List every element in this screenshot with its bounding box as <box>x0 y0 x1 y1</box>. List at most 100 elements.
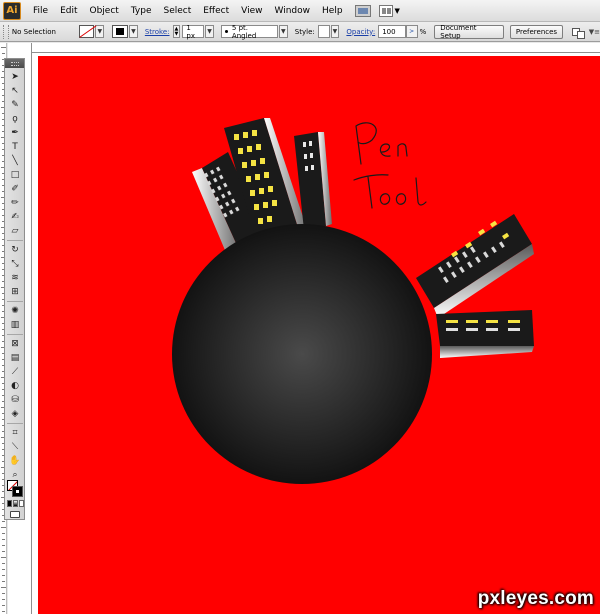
hand-tool-icon[interactable]: ✋ <box>8 455 22 468</box>
rotate-tool-icon[interactable]: ↻ <box>8 244 22 257</box>
menu-type[interactable]: Type <box>125 6 158 16</box>
opacity-link[interactable]: Opacity: <box>346 28 375 36</box>
ruler-tick <box>2 581 5 582</box>
stroke-dropdown-arrow-icon[interactable]: ▼ <box>128 25 138 38</box>
menu-select[interactable]: Select <box>157 6 197 16</box>
tool-divider <box>7 334 23 335</box>
type-tool-icon[interactable]: T <box>8 141 22 154</box>
watermark: pxleyes.com <box>477 588 594 609</box>
ruler-tick <box>2 539 5 540</box>
panel-grip-icon[interactable] <box>3 24 9 39</box>
ruler-tick <box>1 527 6 528</box>
tool-divider <box>7 423 23 424</box>
stroke-link[interactable]: Stroke: <box>145 28 170 36</box>
eraser-tool-icon[interactable]: ▱ <box>8 225 22 238</box>
artboard-tool-icon[interactable]: ⌗ <box>8 427 22 440</box>
direct-selection-tool-icon[interactable]: ↖ <box>8 85 22 98</box>
menu-bar: Ai File Edit Object Type Select Effect V… <box>0 0 600 22</box>
arrange-documents-icon[interactable] <box>378 4 393 17</box>
gradient-mode-button[interactable] <box>13 500 18 507</box>
ruler-tick <box>2 599 5 600</box>
brush-dropdown-icon[interactable]: ▼ <box>278 25 288 38</box>
pencil-tool-icon[interactable]: ✏ <box>8 197 22 210</box>
live-paint-selection-tool-icon[interactable]: ◈ <box>8 408 22 421</box>
ruler-tick <box>1 587 6 588</box>
ruler-tick <box>2 563 5 564</box>
mesh-tool-icon[interactable]: ⊠ <box>8 338 22 351</box>
live-paint-bucket-tool-icon[interactable]: ⛁ <box>8 394 22 407</box>
preferences-button[interactable]: Preferences <box>509 24 564 39</box>
slice-tool-icon[interactable]: ⟍ <box>8 441 22 454</box>
menu-help[interactable]: Help <box>316 6 349 16</box>
ruler-tick <box>1 557 6 558</box>
stroke-weight-field[interactable]: 1 px <box>182 24 205 40</box>
color-mode-buttons <box>7 500 24 508</box>
stroke-weight-spinner[interactable]: ▲ ▼ <box>172 25 181 38</box>
graphic-style-swatch[interactable] <box>317 25 330 38</box>
illustrator-app-icon[interactable]: Ai <box>3 1 21 20</box>
ruler-tick <box>2 545 5 546</box>
ruler-tick <box>2 53 5 54</box>
symbol-sprayer-tool-icon[interactable]: ✺ <box>8 305 22 318</box>
go-to-bridge-icon[interactable] <box>354 4 371 17</box>
gradient-tool-icon[interactable]: ▤ <box>8 352 22 365</box>
stroke-color-swatch[interactable] <box>112 25 128 38</box>
menu-edit[interactable]: Edit <box>54 6 83 16</box>
opacity-field[interactable]: 100 <box>378 25 406 38</box>
fill-dropdown-arrow-icon[interactable]: ▼ <box>95 25 105 38</box>
artboard-edge-top <box>31 52 600 53</box>
panel-menu-icon[interactable]: ▼≡ <box>589 28 600 36</box>
control-bar: No Selection ▼ ▼ Stroke: ▲ ▼ 1 px ▼ 5 pt.… <box>0 22 600 42</box>
tools-panel-header[interactable] <box>5 59 24 68</box>
brush-dot-icon <box>224 30 228 33</box>
ruler-tick <box>2 551 5 552</box>
color-mode-button[interactable] <box>7 500 12 507</box>
ruler-tick <box>2 593 5 594</box>
planet <box>172 224 432 484</box>
brush-definition-field[interactable]: 5 pt. Angled <box>220 23 278 40</box>
ruler-tick <box>2 533 5 534</box>
ruler-tick <box>2 569 5 570</box>
opacity-slider-arrow-icon[interactable]: > <box>405 25 418 38</box>
pen-tool-icon[interactable]: ✒ <box>8 127 22 140</box>
menu-object[interactable]: Object <box>84 6 125 16</box>
ruler-tick <box>1 47 6 48</box>
artboard-edge-left <box>31 43 32 614</box>
lasso-tool-icon[interactable]: ϙ <box>8 113 22 126</box>
stroke-weight-dropdown-icon[interactable]: ▼ <box>205 25 214 38</box>
menu-effect[interactable]: Effect <box>197 6 235 16</box>
none-mode-button[interactable] <box>19 500 24 507</box>
style-label: Style: <box>294 27 315 36</box>
isolate-group-icon[interactable] <box>571 26 585 39</box>
stroke-black-swatch[interactable] <box>12 486 23 497</box>
selection-tool-icon[interactable]: ➤ <box>8 71 22 84</box>
tool-divider <box>7 240 23 241</box>
fill-color-swatch[interactable] <box>78 25 95 38</box>
blob-brush-tool-icon[interactable]: ✍ <box>8 211 22 224</box>
screen-mode-icon[interactable] <box>10 511 20 518</box>
brush-definition-label: 5 pt. Angled <box>231 23 257 40</box>
scale-tool-icon[interactable]: ⤡ <box>8 258 22 271</box>
warp-tool-icon[interactable]: ≋ <box>8 272 22 285</box>
menu-file[interactable]: File <box>27 6 54 16</box>
document-setup-button[interactable]: Document Setup <box>434 24 504 40</box>
magic-wand-tool-icon[interactable]: ✎ <box>8 99 22 112</box>
eyedropper-tool-icon[interactable]: ⟋ <box>8 366 22 379</box>
ruler-tick <box>2 605 5 606</box>
menu-view[interactable]: View <box>235 6 268 16</box>
paintbrush-tool-icon[interactable]: ✐ <box>8 183 22 196</box>
free-transform-tool-icon[interactable]: ⊞ <box>8 286 22 299</box>
chevron-down-icon[interactable]: ▼ <box>395 7 400 15</box>
column-graph-tool-icon[interactable]: ▥ <box>8 319 22 332</box>
blend-tool-icon[interactable]: ◐ <box>8 380 22 393</box>
handwritten-pen-tool <box>353 122 427 209</box>
ruler-tick <box>2 575 5 576</box>
style-dropdown-icon[interactable]: ▼ <box>330 25 340 38</box>
menu-window[interactable]: Window <box>269 6 317 16</box>
fill-stroke-widget[interactable] <box>7 480 24 497</box>
opacity-unit: % <box>419 27 427 36</box>
selection-status: No Selection <box>11 27 56 36</box>
rectangle-tool-icon[interactable]: □ <box>8 169 22 182</box>
tool-divider <box>7 301 23 302</box>
line-segment-tool-icon[interactable]: ╲ <box>8 155 22 168</box>
